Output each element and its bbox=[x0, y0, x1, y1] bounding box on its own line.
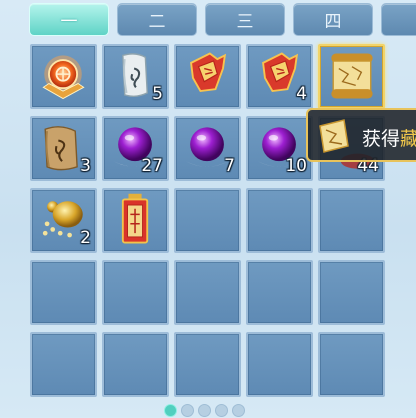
tab-2-label: 二 bbox=[148, 12, 166, 32]
item-count: 3 bbox=[80, 156, 91, 176]
red-gold-talisman-icon bbox=[190, 52, 227, 93]
item-count: 4 bbox=[296, 84, 307, 104]
item-count: 7 bbox=[224, 156, 235, 176]
item-acquired-popup: 获得藏 bbox=[306, 108, 416, 162]
tab-1-label: 一 bbox=[60, 12, 78, 32]
inventory-slot[interactable] bbox=[318, 44, 385, 109]
inventory-slot[interactable] bbox=[318, 332, 385, 397]
tab-4[interactable]: 四 bbox=[293, 3, 373, 36]
golden-map-scroll-icon bbox=[319, 119, 349, 153]
tab-5[interactable] bbox=[381, 3, 416, 36]
tab-3-label: 三 bbox=[236, 12, 254, 32]
popup-text: 获得藏 bbox=[362, 124, 416, 151]
page-dot[interactable] bbox=[232, 404, 245, 417]
orange-emblem-icon bbox=[42, 55, 85, 100]
inventory-slot[interactable]: 3 bbox=[30, 116, 97, 181]
tab-4-label: 四 bbox=[324, 12, 342, 32]
inventory-slot[interactable] bbox=[102, 260, 169, 325]
inventory-slot[interactable] bbox=[246, 188, 313, 253]
red-charm-tag-icon bbox=[121, 193, 149, 244]
inventory-slot[interactable] bbox=[102, 332, 169, 397]
category-tabs: 一 二 三 四 bbox=[29, 3, 416, 36]
inventory-slot[interactable] bbox=[102, 188, 169, 253]
inventory-slot[interactable]: 27 bbox=[102, 116, 169, 181]
page-dot[interactable] bbox=[198, 404, 211, 417]
tab-1[interactable]: 一 bbox=[29, 3, 109, 36]
inventory-slot[interactable] bbox=[174, 332, 241, 397]
popup-text-main: 获得 bbox=[362, 128, 401, 150]
inventory-slot[interactable] bbox=[246, 260, 313, 325]
tab-3[interactable]: 三 bbox=[205, 3, 285, 36]
inventory-slot[interactable]: 7 bbox=[174, 116, 241, 181]
page-indicator bbox=[164, 404, 245, 418]
inventory-slot[interactable] bbox=[30, 332, 97, 397]
inventory-slot[interactable] bbox=[174, 260, 241, 325]
popup-text-highlight: 藏 bbox=[400, 128, 416, 150]
inventory-slot[interactable] bbox=[246, 332, 313, 397]
inventory-slot[interactable] bbox=[318, 188, 385, 253]
inventory-slot[interactable]: 2 bbox=[30, 188, 97, 253]
item-count: 27 bbox=[141, 156, 163, 176]
item-count: 10 bbox=[285, 156, 307, 176]
inventory-slot[interactable] bbox=[30, 44, 97, 109]
page-dot[interactable] bbox=[164, 404, 177, 417]
inventory-slot[interactable]: 5 bbox=[102, 44, 169, 109]
inventory-slot[interactable] bbox=[318, 260, 385, 325]
golden-map-scroll-icon bbox=[331, 53, 373, 99]
item-count: 5 bbox=[152, 84, 163, 104]
item-count: 2 bbox=[80, 228, 91, 248]
inventory-slot[interactable]: 4 bbox=[246, 44, 313, 109]
inventory-slot[interactable]: 10 bbox=[246, 116, 313, 181]
inventory-slot[interactable] bbox=[30, 260, 97, 325]
inventory-slot[interactable] bbox=[174, 188, 241, 253]
page-dot[interactable] bbox=[215, 404, 228, 417]
inventory-slot[interactable] bbox=[174, 44, 241, 109]
tab-2[interactable]: 二 bbox=[117, 3, 197, 36]
page-dot[interactable] bbox=[181, 404, 194, 417]
